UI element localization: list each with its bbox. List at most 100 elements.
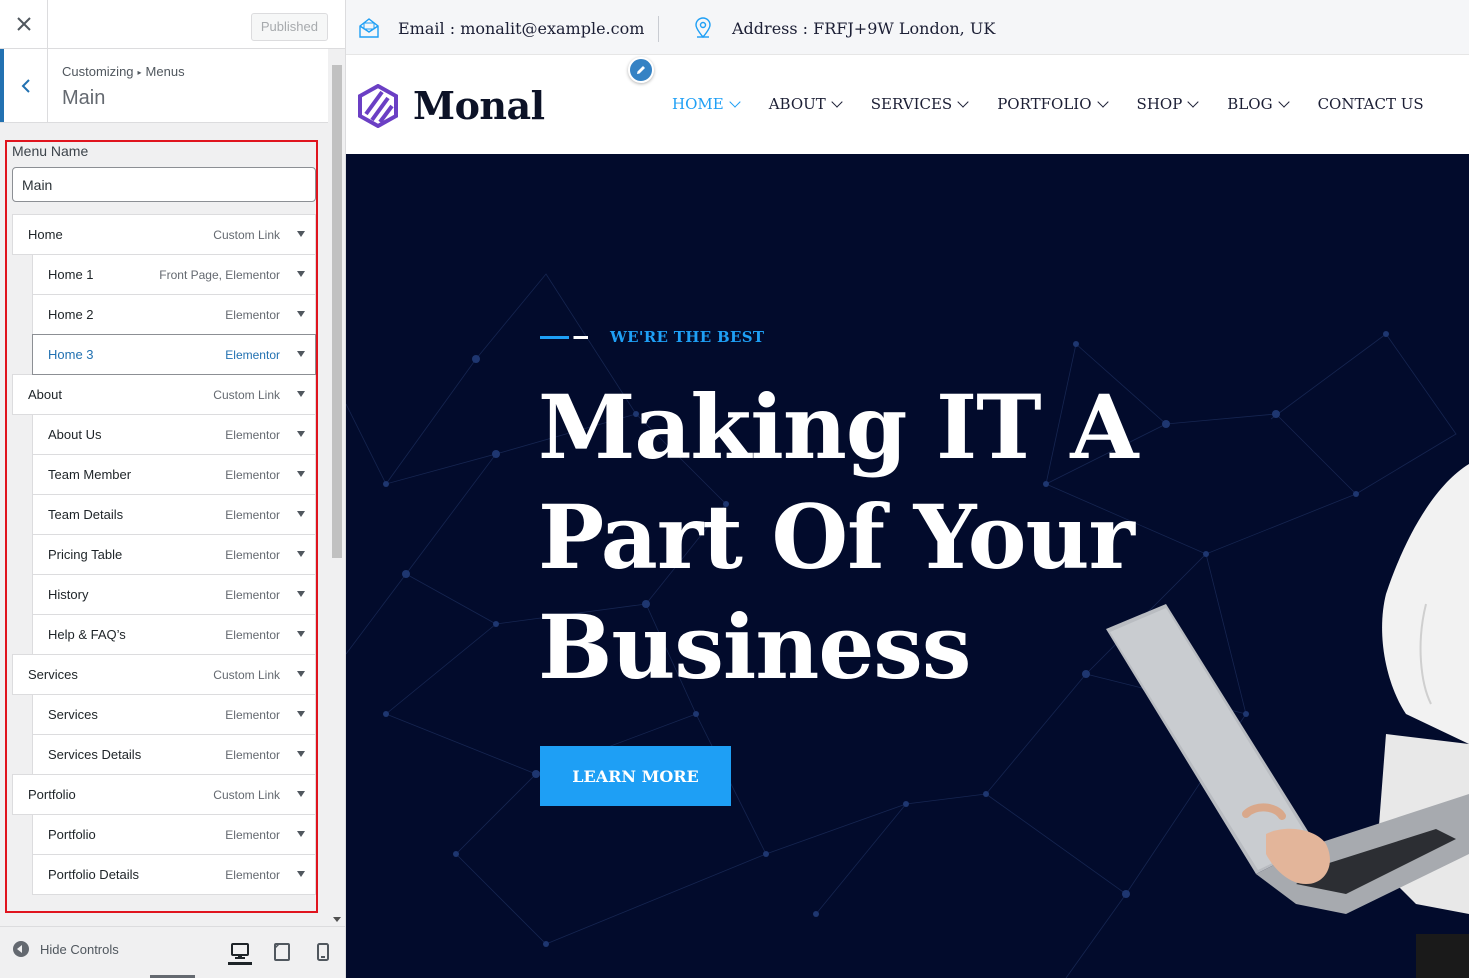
learn-more-button[interactable]: LEARN MORE xyxy=(540,746,731,806)
menu-item-title: About Us xyxy=(48,427,102,442)
hero-title-line: Business xyxy=(538,595,971,699)
menu-item[interactable]: Services Custom Link xyxy=(12,654,316,695)
menu-item-title: Portfolio xyxy=(28,787,76,802)
scroll-down-arrow-icon[interactable] xyxy=(333,917,341,922)
menu-item[interactable]: About Custom Link xyxy=(12,374,316,415)
menu-item-type: Front Page, Elementor xyxy=(159,267,280,282)
expand-arrow-icon[interactable] xyxy=(297,511,305,517)
menu-item-title: Pricing Table xyxy=(48,547,123,562)
topbar-email-text[interactable]: Email : monalit@example.com xyxy=(398,19,644,38)
menu-item[interactable]: Services Details Elementor xyxy=(32,734,316,775)
hero-eyebrow-text: WE'RE THE BEST xyxy=(610,328,765,346)
map-pin-icon xyxy=(695,17,711,39)
menu-item[interactable]: Team Details Elementor xyxy=(32,494,316,535)
menu-item-type: Elementor xyxy=(225,347,280,362)
customizer-sidebar: Published Customizing ▸ Menus Main Menu Na… xyxy=(0,0,346,978)
section-heading: Main xyxy=(62,87,106,109)
menu-item-title: Home 2 xyxy=(48,307,94,322)
expand-arrow-icon[interactable] xyxy=(297,351,305,357)
hide-controls-button[interactable]: Hide Controls xyxy=(13,941,119,957)
nav-item-shop[interactable]: SHOP xyxy=(1136,95,1199,113)
menu-item[interactable]: History Elementor xyxy=(32,574,316,615)
site-logo[interactable]: Monal xyxy=(358,83,545,128)
envelope-icon xyxy=(359,18,379,38)
nav-item-services[interactable]: SERVICES xyxy=(871,95,969,113)
hero-title: Making IT A Part Of Your Business xyxy=(538,372,1178,702)
menu-item[interactable]: Home 3 Elementor xyxy=(32,334,316,375)
nav-item-label: PORTFOLIO xyxy=(997,95,1092,113)
menu-item[interactable]: Portfolio Details Elementor xyxy=(32,854,316,895)
expand-arrow-icon[interactable] xyxy=(297,751,305,757)
menu-items-list: Home Custom Link Home 1 Front Page, Element… xyxy=(12,214,316,895)
menu-item-type: Elementor xyxy=(225,747,280,762)
edit-shortcut-button[interactable] xyxy=(628,57,654,83)
back-button[interactable] xyxy=(0,49,48,122)
expand-arrow-icon[interactable] xyxy=(297,471,305,477)
menu-item[interactable]: Home Custom Link xyxy=(12,214,316,255)
hero-title-line: Making IT A xyxy=(538,375,1139,479)
expand-arrow-icon[interactable] xyxy=(297,791,305,797)
nav-item-home[interactable]: HOME xyxy=(672,95,741,113)
nav-item-label: SHOP xyxy=(1136,95,1183,113)
menu-item[interactable]: Portfolio Custom Link xyxy=(12,774,316,815)
hide-controls-label: Hide Controls xyxy=(40,941,119,957)
expand-arrow-icon[interactable] xyxy=(297,431,305,437)
menu-item[interactable]: Help & FAQ’s Elementor xyxy=(32,614,316,655)
chevron-down-icon xyxy=(729,96,741,108)
menu-item-title: Services Details xyxy=(48,747,142,762)
expand-arrow-icon[interactable] xyxy=(297,631,305,637)
mobile-preview-button[interactable] xyxy=(311,939,335,965)
breadcrumb-root: Customizing xyxy=(62,64,134,79)
expand-arrow-icon[interactable] xyxy=(297,591,305,597)
menu-item-title: Team Member xyxy=(48,467,132,482)
expand-arrow-icon[interactable] xyxy=(297,671,305,677)
publish-button[interactable]: Published xyxy=(250,13,328,41)
eyebrow-accent-line xyxy=(540,335,588,339)
expand-arrow-icon[interactable] xyxy=(297,231,305,237)
menu-item[interactable]: About Us Elementor xyxy=(32,414,316,455)
nav-item-about[interactable]: ABOUT xyxy=(769,95,843,113)
expand-arrow-icon[interactable] xyxy=(297,831,305,837)
nav-item-portfolio[interactable]: PORTFOLIO xyxy=(997,95,1109,113)
hero-title-line: Part Of Your xyxy=(538,485,1135,589)
menu-item[interactable]: Services Elementor xyxy=(32,694,316,735)
menu-item-type: Elementor xyxy=(225,707,280,722)
menu-name-input[interactable] xyxy=(12,167,316,202)
menu-item[interactable]: Home 2 Elementor xyxy=(32,294,316,335)
topbar-address-text: Address : FRFJ+9W London, UK xyxy=(732,18,996,38)
chevron-left-icon xyxy=(21,78,30,93)
nav-item-label: HOME xyxy=(672,95,724,113)
close-customizer-button[interactable] xyxy=(0,0,48,48)
breadcrumb: Customizing ▸ Menus xyxy=(62,64,185,79)
nav-item-blog[interactable]: BLOG xyxy=(1227,95,1290,113)
expand-arrow-icon[interactable] xyxy=(297,711,305,717)
section-title-bar: Customizing ▸ Menus Main xyxy=(0,49,328,123)
expand-arrow-icon[interactable] xyxy=(297,551,305,557)
menu-item[interactable]: Pricing Table Elementor xyxy=(32,534,316,575)
menu-item[interactable]: Home 1 Front Page, Elementor xyxy=(32,254,316,295)
expand-arrow-icon[interactable] xyxy=(297,311,305,317)
menu-item-type: Custom Link xyxy=(213,667,280,682)
expand-arrow-icon[interactable] xyxy=(297,391,305,397)
menu-item-type: Elementor xyxy=(225,587,280,602)
nav-item-contact-us[interactable]: CONTACT US xyxy=(1318,95,1424,113)
menu-item[interactable]: Portfolio Elementor xyxy=(32,814,316,855)
menu-item[interactable]: Team Member Elementor xyxy=(32,454,316,495)
sidebar-scrollbar[interactable] xyxy=(329,49,345,926)
menu-item-type: Elementor xyxy=(225,827,280,842)
site-preview: Email : monalit@example.com Address : FR… xyxy=(346,0,1469,978)
customizer-footer: Hide Controls xyxy=(0,926,345,978)
menu-item-type: Elementor xyxy=(225,547,280,562)
menu-item-type: Custom Link xyxy=(213,787,280,802)
chevron-down-icon xyxy=(1277,96,1290,108)
topbar-email: Email : monalit@example.com xyxy=(358,17,644,39)
tablet-preview-button[interactable] xyxy=(270,939,294,965)
menu-item-type: Elementor xyxy=(225,507,280,522)
desktop-preview-button[interactable] xyxy=(228,939,252,965)
expand-arrow-icon[interactable] xyxy=(297,871,305,877)
menu-item-type: Elementor xyxy=(225,867,280,882)
scrollbar-thumb[interactable] xyxy=(332,65,342,558)
customizer-header: Published xyxy=(0,0,345,49)
menu-editor-panel: Menu Name Home Custom Link Home 1 Front Pag… xyxy=(5,140,318,913)
expand-arrow-icon[interactable] xyxy=(297,271,305,277)
